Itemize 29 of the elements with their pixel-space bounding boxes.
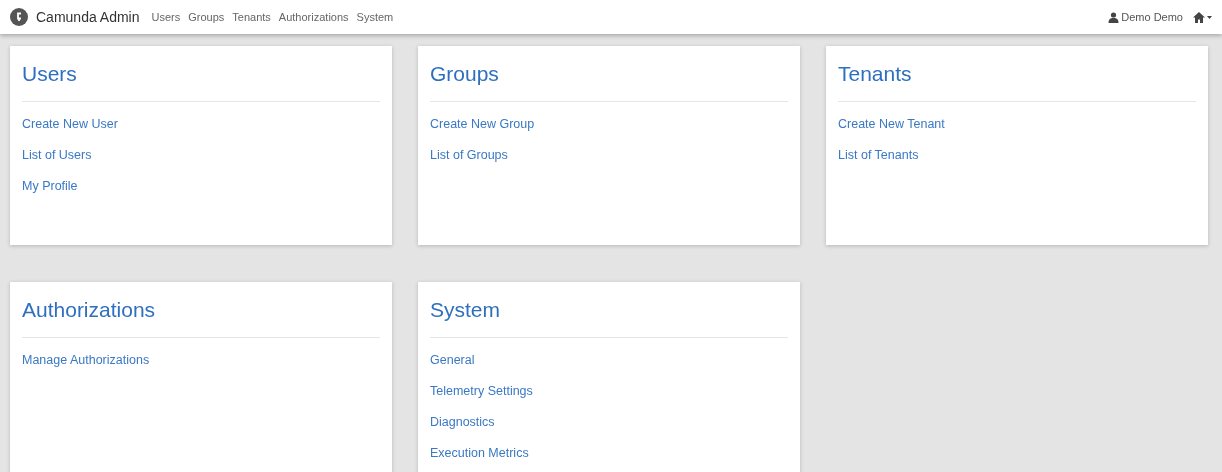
- nav-link[interactable]: Groups: [188, 8, 225, 26]
- card-link[interactable]: General: [430, 352, 475, 369]
- card-link[interactable]: Create New User: [22, 116, 118, 133]
- nav-link[interactable]: Authorizations: [278, 8, 349, 26]
- card-link[interactable]: Create New Group: [430, 116, 535, 133]
- nav-link[interactable]: Users: [151, 8, 181, 26]
- card-title: System: [430, 297, 501, 323]
- card-link[interactable]: List of Tenants: [838, 147, 919, 164]
- home-icon: [1193, 11, 1205, 23]
- card-title: Tenants: [838, 61, 913, 87]
- caret-icon: [1207, 15, 1212, 19]
- card-title: Groups: [430, 61, 500, 87]
- nav-link[interactable]: System: [356, 8, 394, 26]
- card-link[interactable]: Diagnostics: [430, 414, 495, 431]
- home-menu-button[interactable]: [1193, 11, 1212, 23]
- user-menu[interactable]: Demo Demo: [1108, 8, 1183, 26]
- card-link[interactable]: List of Users: [22, 147, 92, 164]
- card-title: Users: [22, 61, 78, 87]
- card-link[interactable]: Manage Authorizations: [22, 352, 150, 369]
- card-link[interactable]: Telemetry Settings: [430, 383, 533, 400]
- card-link[interactable]: List of Groups: [430, 147, 508, 164]
- person-icon: [1108, 11, 1120, 23]
- logo-icon[interactable]: [10, 8, 28, 26]
- card-link[interactable]: My Profile: [22, 178, 78, 195]
- card-title: Authorizations: [22, 297, 157, 323]
- card-link[interactable]: Execution Metrics: [430, 445, 529, 462]
- nav-link[interactable]: Tenants: [232, 8, 271, 26]
- card-link[interactable]: Create New Tenant: [838, 116, 945, 133]
- brand-link[interactable]: Camunda Admin: [36, 6, 140, 28]
